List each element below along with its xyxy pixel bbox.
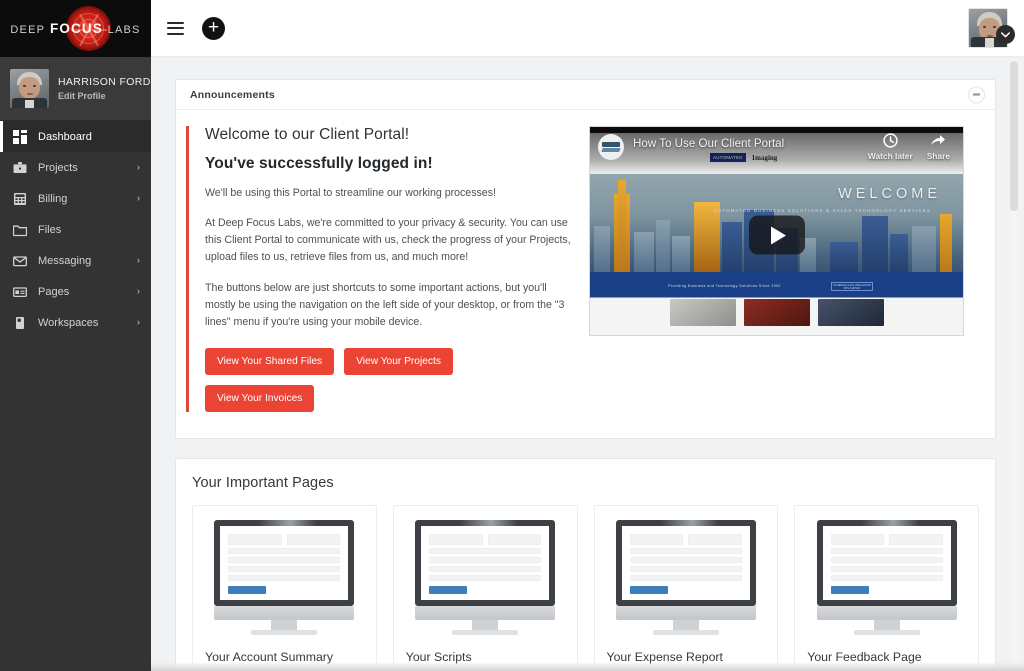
poster-thumbnails [590, 297, 963, 335]
important-pages-panel: Your Important Pages [175, 458, 996, 671]
shortcut-buttons: View Your Shared Files View Your Project… [205, 348, 571, 412]
avatar [10, 69, 49, 108]
brand-word-s: S [93, 21, 103, 36]
poster-heading: WELCOME [838, 186, 941, 202]
brand-word-ocu: OCU [59, 21, 92, 36]
announcements-header: Announcements [176, 80, 995, 110]
video-top-overlay: How To Use Our Client Portal Watch later [590, 127, 963, 174]
sidebar: DEEP FOCUS LABS HARRISON FORD Edit Profi… [0, 0, 151, 671]
sidebar-item-label: Pages [38, 286, 126, 298]
profile-name: HARRISON FORD [58, 76, 143, 88]
poster-thumb [818, 299, 884, 326]
share-label: Share [927, 151, 950, 161]
card-title: Your Scripts [406, 650, 565, 664]
page-card-feedback[interactable]: Your Feedback Page During production, we… [794, 505, 979, 671]
poster-band-text: Providing Business and Technology Soluti… [668, 284, 781, 288]
chevron-down-icon[interactable] [996, 25, 1015, 44]
poster-band-cta: SCHEDULE A NO-OBLIGATION SITE SURVEY [831, 282, 873, 291]
card-title: Your Feedback Page [807, 650, 966, 664]
brand-word-f: F [50, 21, 59, 36]
minimize-icon[interactable] [968, 86, 985, 103]
main-area: + [151, 0, 1024, 671]
watch-later-button[interactable]: Watch later [868, 133, 913, 161]
announcement-heading: Welcome to our Client Portal! [205, 126, 571, 144]
edit-profile-link[interactable]: Edit Profile [58, 91, 143, 101]
monitor-illustration [205, 518, 364, 636]
share-button[interactable]: Share [927, 133, 950, 161]
window-icon [13, 285, 27, 299]
sidebar-item-pages[interactable]: Pages › [0, 276, 151, 307]
sidebar-item-label: Billing [38, 193, 126, 205]
announcements-body: Welcome to our Client Portal! You've suc… [176, 110, 995, 438]
announcement-paragraph-1: We'll be using this Portal to streamline… [205, 185, 571, 202]
poster-band: Providing Business and Technology Soluti… [590, 272, 963, 294]
panel-title: Announcements [190, 89, 275, 101]
brand-logo[interactable]: DEEP FOCUS LABS [0, 0, 151, 57]
monitor-illustration [807, 518, 966, 636]
view-projects-button[interactable]: View Your Projects [344, 348, 453, 375]
video-actions: Watch later Share [868, 133, 954, 161]
plus-circle-icon[interactable]: + [202, 17, 225, 40]
share-arrow-icon [930, 133, 946, 148]
sidebar-item-label: Files [38, 224, 129, 236]
envelope-icon [13, 254, 27, 268]
video-player[interactable]: WELCOME AUTOMATED BUSINESS SOLUTIONS & S… [589, 126, 964, 336]
chevron-right-icon: › [137, 194, 140, 203]
poster-subheading: AUTOMATED BUSINESS SOLUTIONS & SALES TEC… [714, 208, 931, 215]
hamburger-icon[interactable] [167, 22, 184, 35]
sidebar-item-billing[interactable]: Billing › [0, 183, 151, 214]
briefcase-icon [13, 161, 27, 175]
dashboard-grid-icon [13, 130, 27, 144]
workspace-icon [13, 316, 27, 330]
brand-wordmark: DEEP FOCUS LABS [10, 21, 140, 36]
page-cards: Your Account Summary This is where you'l… [192, 505, 979, 671]
page-card-account-summary[interactable]: Your Account Summary This is where you'l… [192, 505, 377, 671]
chevron-right-icon: › [137, 318, 140, 327]
monitor-illustration [406, 518, 565, 636]
clock-icon [883, 133, 898, 148]
announcement-paragraph-2: At Deep Focus Labs, we're committed to y… [205, 215, 571, 266]
sidebar-item-dashboard[interactable]: Dashboard [0, 121, 151, 152]
chevron-right-icon: › [137, 287, 140, 296]
app-root: DEEP FOCUS LABS HARRISON FORD Edit Profi… [0, 0, 1024, 671]
top-bar: + [151, 0, 1024, 57]
brand-word-labs: LABS [108, 24, 141, 36]
sidebar-item-files[interactable]: Files [0, 214, 151, 245]
view-shared-files-button[interactable]: View Your Shared Files [205, 348, 334, 375]
view-invoices-button[interactable]: View Your Invoices [205, 385, 314, 412]
section-title: Your Important Pages [192, 475, 979, 491]
channel-avatar[interactable] [598, 134, 624, 160]
watch-later-label: Watch later [868, 151, 913, 161]
poster-thumb [744, 299, 810, 326]
sidebar-item-label: Workspaces [38, 317, 126, 329]
poster-thumb [670, 299, 736, 326]
card-title: Your Expense Report [607, 650, 766, 664]
page-card-scripts[interactable]: Your Scripts Here you'll find a list of … [393, 505, 578, 671]
announcement-subheading: You've successfully logged in! [205, 155, 571, 173]
video-title[interactable]: How To Use Our Client Portal [633, 137, 784, 150]
sidebar-item-label: Projects [38, 162, 126, 174]
calculator-icon [13, 192, 27, 206]
content-scroll-area[interactable]: Announcements Welcome to our Client Port… [151, 57, 1024, 671]
sidebar-item-label: Messaging [38, 255, 126, 267]
card-title: Your Account Summary [205, 650, 364, 664]
page-card-expense-report[interactable]: Your Expense Report Making movies is not… [594, 505, 779, 671]
scrollbar-thumb[interactable] [1010, 61, 1018, 211]
account-menu[interactable] [968, 8, 1008, 48]
chevron-right-icon: › [137, 256, 140, 265]
sidebar-profile[interactable]: HARRISON FORD Edit Profile [0, 57, 151, 121]
sidebar-item-projects[interactable]: Projects › [0, 152, 151, 183]
sidebar-item-messaging[interactable]: Messaging › [0, 245, 151, 276]
sidebar-nav: Dashboard Projects › Billing › [0, 121, 151, 338]
sidebar-item-label: Dashboard [38, 131, 129, 143]
folder-icon [13, 223, 27, 237]
announcement-paragraph-3: The buttons below are just shortcuts to … [205, 280, 571, 331]
brand-word-deep: DEEP [10, 24, 45, 36]
monitor-illustration [607, 518, 766, 636]
announcements-panel: Announcements Welcome to our Client Port… [175, 79, 996, 439]
announcement-text-column: Welcome to our Client Portal! You've suc… [189, 126, 589, 412]
chevron-right-icon: › [137, 163, 140, 172]
play-icon[interactable] [749, 216, 805, 255]
sidebar-item-workspaces[interactable]: Workspaces › [0, 307, 151, 338]
